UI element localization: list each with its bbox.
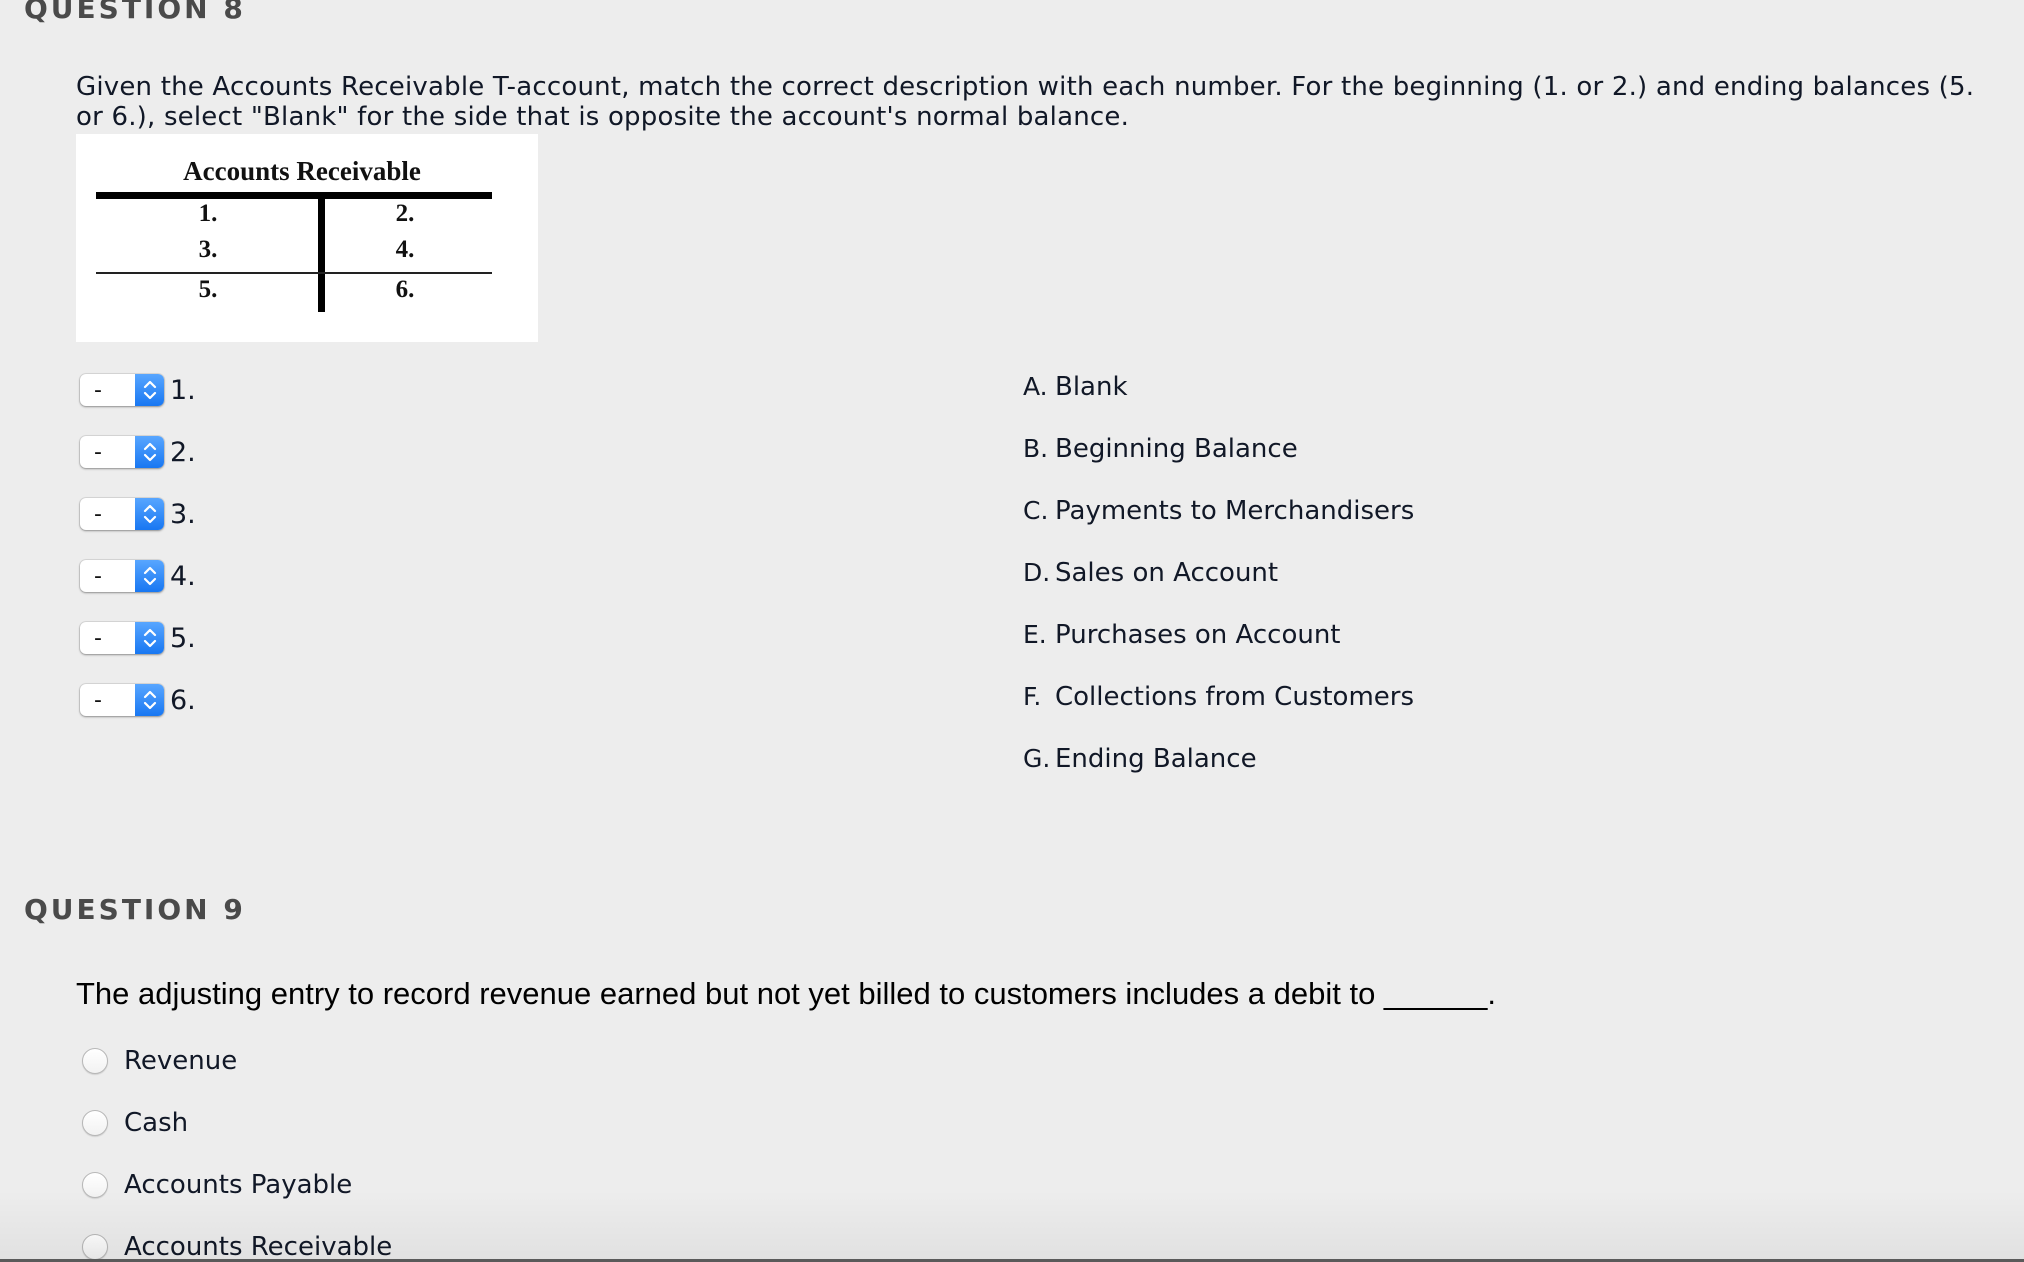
select-value: - (94, 377, 102, 403)
match-row-6: - 6. (80, 683, 196, 717)
match-row-4: - 4. (80, 559, 196, 593)
t-account-cell-credit-2: 4. (395, 236, 415, 263)
up-down-chevron-icon (135, 498, 164, 530)
option-cash[interactable]: Cash (82, 1108, 188, 1138)
match-number: 5. (170, 622, 196, 654)
option-accounts-receivable[interactable]: Accounts Receivable (82, 1232, 392, 1262)
select-value: - (94, 687, 102, 713)
match-row-1: - 1. (80, 373, 196, 407)
choice-letter: B. (1023, 434, 1049, 463)
match-number: 2. (170, 436, 196, 468)
up-down-chevron-icon (135, 560, 164, 592)
option-revenue[interactable]: Revenue (82, 1046, 237, 1076)
choice-text: Blank (1055, 372, 1128, 402)
select-value: - (94, 439, 102, 465)
option-label: Accounts Payable (124, 1170, 353, 1200)
choice-f: F. Collections from Customers (1023, 682, 1414, 712)
t-account-vertical-bar (318, 192, 325, 312)
choice-a: A. Blank (1023, 372, 1128, 402)
radio-button-icon[interactable] (82, 1234, 108, 1260)
question-9-heading: QUESTION 9 (24, 893, 246, 926)
choice-letter: F. (1023, 682, 1042, 711)
up-down-chevron-icon (135, 622, 164, 654)
option-label: Accounts Receivable (124, 1232, 393, 1262)
match-number: 6. (170, 684, 196, 716)
match-row-5: - 5. (80, 621, 196, 655)
choice-text: Beginning Balance (1055, 434, 1298, 464)
match-number: 1. (170, 374, 196, 406)
t-account-balance-line (96, 272, 492, 274)
match-select-5[interactable]: - (80, 622, 164, 654)
radio-button-icon[interactable] (82, 1048, 108, 1074)
t-account-cell-debit-1: 1. (198, 200, 218, 227)
t-account-cell-debit-2: 3. (198, 236, 218, 263)
match-select-6[interactable]: - (80, 684, 164, 716)
choice-d: D. Sales on Account (1023, 558, 1278, 588)
option-label: Revenue (124, 1046, 238, 1076)
match-select-3[interactable]: - (80, 498, 164, 530)
question-9-prompt: The adjusting entry to record revenue ea… (76, 976, 1496, 1011)
match-number: 4. (170, 560, 196, 592)
up-down-chevron-icon (135, 684, 164, 716)
select-value: - (94, 625, 102, 651)
match-select-2[interactable]: - (80, 436, 164, 468)
choice-text: Ending Balance (1055, 744, 1257, 774)
choice-text: Sales on Account (1055, 558, 1279, 588)
choice-text: Payments to Merchandisers (1055, 496, 1415, 526)
t-account-cell-debit-3: 5. (198, 276, 218, 303)
choice-g: G. Ending Balance (1023, 744, 1257, 774)
choice-b: B. Beginning Balance (1023, 434, 1298, 464)
match-row-2: - 2. (80, 435, 196, 469)
match-select-1[interactable]: - (80, 374, 164, 406)
choice-text: Collections from Customers (1055, 682, 1415, 712)
choice-letter: D. (1023, 558, 1051, 587)
match-number: 3. (170, 498, 196, 530)
choice-letter: G. (1023, 744, 1051, 773)
choice-letter: A. (1023, 372, 1048, 401)
option-accounts-payable[interactable]: Accounts Payable (82, 1170, 352, 1200)
t-account-title: Accounts Receivable (183, 156, 421, 186)
up-down-chevron-icon (135, 436, 164, 468)
choice-c: C. Payments to Merchandisers (1023, 496, 1414, 526)
question-8-heading: QUESTION 8 (24, 0, 246, 25)
t-account-cell-credit-1: 2. (395, 200, 415, 227)
option-label: Cash (124, 1108, 189, 1138)
choice-letter: C. (1023, 496, 1049, 525)
match-row-3: - 3. (80, 497, 196, 531)
radio-button-icon[interactable] (82, 1172, 108, 1198)
t-account-top-bar (96, 192, 492, 199)
choice-e: E. Purchases on Account (1023, 620, 1341, 650)
match-select-4[interactable]: - (80, 560, 164, 592)
t-account-diagram: Accounts Receivable 1. 2. 3. 4. 5. 6. (76, 134, 538, 342)
up-down-chevron-icon (135, 374, 164, 406)
select-value: - (94, 563, 102, 589)
choice-text: Purchases on Account (1055, 620, 1341, 650)
radio-button-icon[interactable] (82, 1110, 108, 1136)
question-8-prompt: Given the Accounts Receivable T-account,… (76, 72, 1975, 132)
t-account-cell-credit-3: 6. (395, 276, 415, 303)
choice-letter: E. (1023, 620, 1047, 649)
select-value: - (94, 501, 102, 527)
